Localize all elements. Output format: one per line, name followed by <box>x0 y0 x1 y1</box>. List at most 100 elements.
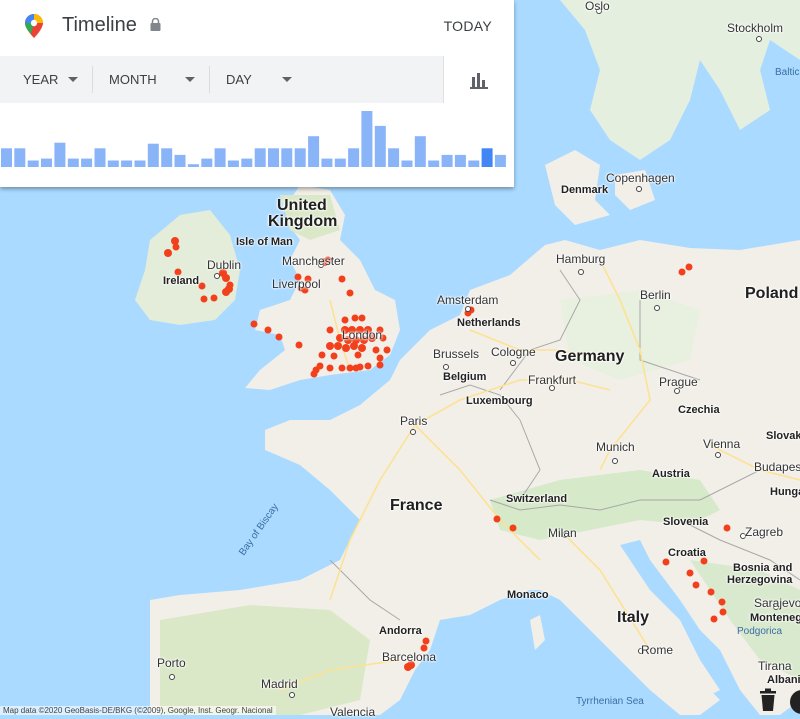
month-select-label: MONTH <box>109 72 157 87</box>
city-dot-paris <box>410 429 416 435</box>
histogram-bar[interactable] <box>401 160 413 168</box>
histogram-bar[interactable] <box>241 158 253 167</box>
map-label: Valencia <box>330 705 376 719</box>
map-label: Denmark <box>561 184 609 196</box>
map-label: Switzerland <box>506 493 568 505</box>
histogram-bar[interactable] <box>388 148 400 167</box>
map-label: Italy <box>617 609 650 626</box>
city-dot-hamburg <box>578 269 584 275</box>
histogram-bar[interactable] <box>134 160 146 168</box>
map-label: Berlin <box>640 288 671 302</box>
histogram-bar[interactable] <box>147 143 159 167</box>
chevron-down-icon <box>185 77 195 82</box>
map-label: Poland <box>745 285 799 302</box>
histogram-bar[interactable] <box>428 160 440 168</box>
map-label: Rome <box>641 643 674 657</box>
map-label: Ireland <box>163 275 200 287</box>
histogram-bar[interactable] <box>281 148 293 167</box>
histogram-bar[interactable] <box>414 136 426 167</box>
map-label: Porto <box>157 656 186 670</box>
histogram-bar[interactable] <box>468 160 480 168</box>
city-dot-vienna <box>715 452 721 458</box>
timeline-header: Timeline TODAY <box>0 0 514 56</box>
city-dot-dublin <box>214 273 220 279</box>
day-select-label: DAY <box>226 72 252 87</box>
page-title: Timeline <box>62 14 137 36</box>
trash-icon[interactable] <box>758 688 778 712</box>
map-label: Andorra <box>379 625 422 637</box>
histogram-bar[interactable] <box>361 111 373 167</box>
map-label: Hunga <box>770 486 800 498</box>
year-select[interactable]: YEAR <box>0 56 92 103</box>
histogram-bar[interactable] <box>294 148 306 167</box>
histogram-bar[interactable] <box>81 158 93 167</box>
bar-chart-toggle-button[interactable] <box>443 56 514 103</box>
histogram-bar[interactable] <box>441 154 453 167</box>
map-label: Copenhagen <box>606 171 675 185</box>
date-filter-bar: YEAR MONTH DAY <box>0 56 514 103</box>
histogram-bar[interactable] <box>494 154 506 167</box>
histogram-bar[interactable] <box>201 158 213 167</box>
city-dot-copenhagen <box>636 186 642 192</box>
map-label: Manchester <box>282 254 345 268</box>
activity-histogram[interactable] <box>0 103 514 187</box>
map-label: Austria <box>652 468 690 480</box>
map-label: Frankfurt <box>528 373 577 387</box>
map-label: Munich <box>596 440 635 454</box>
city-dot-berlin <box>654 305 660 311</box>
map-label: Barcelona <box>382 650 437 664</box>
histogram-bar[interactable] <box>227 160 239 168</box>
histogram-bar[interactable] <box>41 158 52 167</box>
histogram-bar[interactable] <box>1 148 12 167</box>
city-dot-porto <box>169 674 175 680</box>
map-label: Albani <box>767 674 800 686</box>
city-dot-madrid <box>289 692 295 698</box>
map-label: France <box>390 497 443 514</box>
lock-icon <box>150 18 161 31</box>
map-label: Belgium <box>443 371 487 383</box>
maps-pin-icon <box>25 14 43 38</box>
today-button[interactable]: TODAY <box>444 18 492 34</box>
map-label: Luxembourg <box>466 395 533 407</box>
histogram-bar[interactable] <box>481 148 493 167</box>
map-label: Kingdom <box>268 213 338 230</box>
city-dot-brussels <box>443 364 449 370</box>
map-label: Netherlands <box>457 317 521 329</box>
histogram-bar[interactable] <box>107 160 119 168</box>
histogram-bar[interactable] <box>161 148 173 167</box>
map-label: Vienna <box>703 437 741 451</box>
histogram-bar[interactable] <box>268 148 279 167</box>
map-label: Sarajevo <box>754 596 800 610</box>
histogram-bar[interactable] <box>214 148 226 167</box>
city-dot-cologne <box>510 360 516 366</box>
green-spain <box>160 605 370 715</box>
map-label: Budapes <box>754 460 800 474</box>
histogram-bar[interactable] <box>187 164 199 167</box>
map-label: Dublin <box>207 258 242 272</box>
month-select[interactable]: MONTH <box>93 56 209 103</box>
histogram-bar[interactable] <box>321 158 333 167</box>
histogram-bar[interactable] <box>374 125 386 167</box>
map-label: Cologne <box>491 345 536 359</box>
map-label: Tyrrhenian Sea <box>576 696 644 707</box>
histogram-bar[interactable] <box>94 148 106 167</box>
histogram-bar[interactable] <box>67 158 79 167</box>
histogram-bar[interactable] <box>348 148 360 167</box>
histogram-bar[interactable] <box>254 148 266 167</box>
timeline-panel: Timeline TODAY YEAR MONTH DAY <box>0 0 514 187</box>
map-label: Herzegovina <box>727 574 793 586</box>
map-label: Tirana <box>758 659 792 673</box>
histogram-bar[interactable] <box>121 160 133 168</box>
map-label: Prague <box>659 375 698 389</box>
histogram-bar[interactable] <box>174 154 186 167</box>
histogram-bar[interactable] <box>308 136 320 167</box>
map-label: Stockholm <box>727 21 784 35</box>
histogram-bar[interactable] <box>54 142 66 167</box>
map-label: Baltic <box>775 67 800 78</box>
histogram-bar[interactable] <box>334 158 346 167</box>
city-dot-munich <box>612 458 618 464</box>
histogram-bar[interactable] <box>454 154 466 167</box>
day-select[interactable]: DAY <box>210 56 310 103</box>
histogram-bar[interactable] <box>27 160 39 168</box>
histogram-bar[interactable] <box>14 148 26 167</box>
